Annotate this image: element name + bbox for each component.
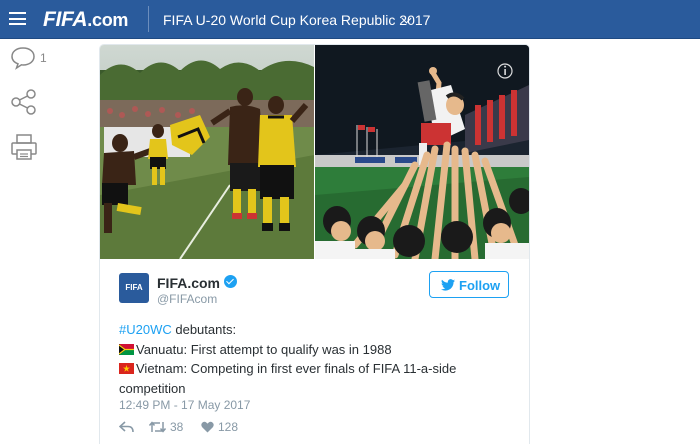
share-icon[interactable] [10, 88, 38, 121]
event-title[interactable]: FIFA U-20 World Cup Korea Republic 2017 [163, 12, 430, 28]
header-divider [148, 6, 149, 32]
author-handle[interactable]: @FIFAcom [157, 292, 217, 306]
reply-icon[interactable] [118, 421, 134, 436]
fifa-logo[interactable]: FIFA.com [43, 8, 128, 32]
tweet-line-2: Vanuatu: First attempt to qualify was in… [136, 341, 392, 357]
tweet-photo-vietnam[interactable] [315, 45, 529, 259]
tweet-photo-vanuatu[interactable] [100, 45, 314, 259]
tweet-line-1: debutants: [171, 322, 237, 337]
print-icon[interactable] [10, 133, 38, 166]
tweet-text: #U20WC debutants: Vanuatu: First attempt… [119, 320, 509, 398]
comment-count: 1 [40, 51, 47, 65]
author-avatar[interactable]: FIFA [119, 273, 149, 303]
like-count: 128 [218, 420, 239, 434]
comment-icon[interactable] [10, 46, 36, 75]
tweet-line-3: Vietnam: Competing in first ever finals … [119, 361, 457, 396]
vanuatu-flag-icon [119, 343, 134, 355]
menu-icon[interactable] [9, 12, 26, 25]
top-navigation-bar: FIFA.com FIFA U-20 World Cup Korea Repub… [0, 0, 700, 39]
embedded-tweet[interactable]: FIFA FIFA.com @FIFAcom Follow #U20WC deb… [99, 44, 530, 444]
follow-label: Follow [459, 278, 501, 293]
retweet-icon[interactable] [148, 421, 167, 436]
author-name[interactable]: FIFA.com [157, 275, 220, 291]
twitter-bird-icon [441, 279, 455, 291]
retweet-count: 38 [170, 420, 184, 434]
follow-button[interactable]: Follow [429, 271, 509, 298]
tweet-timestamp[interactable]: 12:49 PM - 17 May 2017 [119, 398, 250, 412]
vietnam-flag-icon [119, 363, 134, 374]
verified-badge-icon [224, 275, 237, 288]
like-icon[interactable] [201, 421, 214, 436]
logo-main: FIFA [43, 8, 88, 31]
logo-suffix: .com [87, 10, 129, 30]
hashtag-link[interactable]: #U20WC [119, 322, 172, 337]
